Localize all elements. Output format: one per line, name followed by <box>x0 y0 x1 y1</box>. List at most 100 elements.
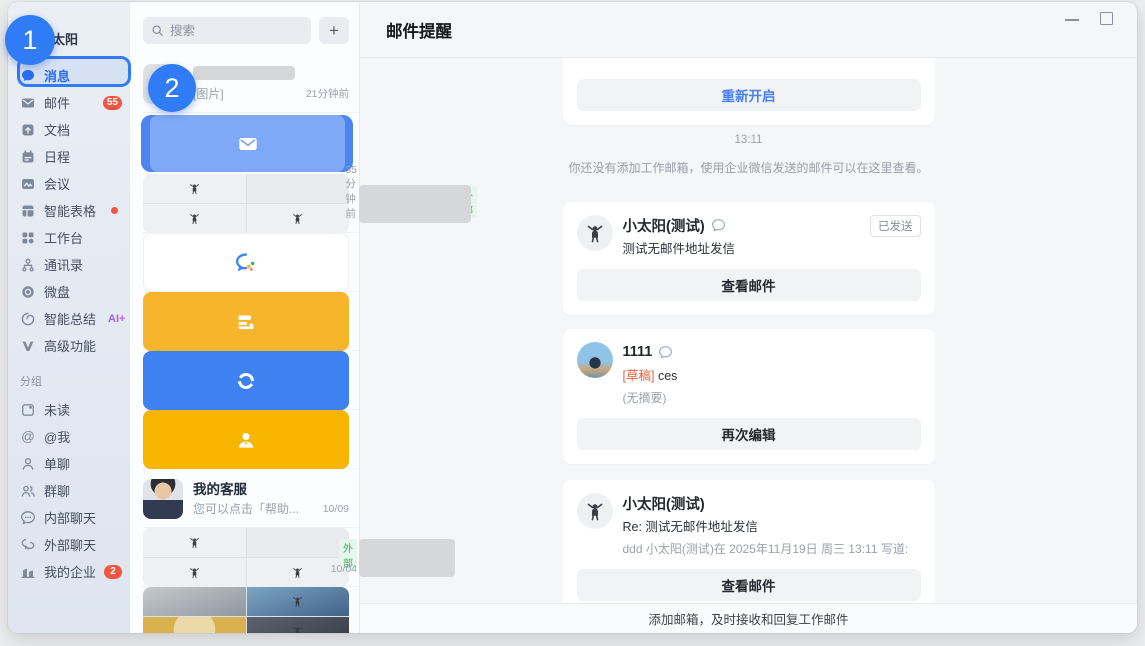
sidebar-item-workbench[interactable]: 工作台 <box>8 224 130 251</box>
hr-person-icon <box>233 427 259 453</box>
sidebar-item-internal-chat[interactable]: 内部聊天 <box>8 504 130 531</box>
mail-unread-badge: 55 <box>103 96 122 110</box>
chat-avatar-collage <box>143 174 349 233</box>
sidebar-item-at-me[interactable]: @ @我 <box>8 423 130 450</box>
external-chat-icon <box>20 537 36 553</box>
add-mailbox-footer[interactable]: 添加邮箱，及时接收和回复工作邮件 <box>360 603 1137 633</box>
desktop-background: 太阳 消息 邮件 55 文档 日程 <box>0 0 1145 646</box>
sender-name: 小太阳(测试) <box>623 493 705 514</box>
news-doc-icon <box>233 309 259 335</box>
manage-enterprise-avatar <box>143 351 349 410</box>
chat-item-my-service[interactable]: 我的客服 您可以点击「帮助...10/09 <box>130 469 359 528</box>
sidebar-nav: 消息 邮件 55 文档 日程 会议 <box>8 62 130 359</box>
reopen-button[interactable]: 重新开启 <box>577 79 921 111</box>
search-icon <box>151 24 164 37</box>
add-mailbox-footer-text: 添加邮箱，及时接收和回复工作邮件 <box>648 609 848 628</box>
chat-item-redacted-3[interactable]: 外部 10/04 <box>130 528 359 587</box>
internal-chat-icon <box>20 510 36 526</box>
sidebar-item-group-chat[interactable]: 群聊 <box>8 477 130 504</box>
sent-status-badge: 已发送 <box>870 215 921 237</box>
sidebar-item-smart-table[interactable]: 智能表格 <box>8 197 130 224</box>
mail-subject: 测试无邮件地址发信 <box>623 238 921 257</box>
mail-card-sent: 小太阳(测试) 已发送 测试无邮件地址发信 查看邮件 <box>563 202 935 315</box>
group-section-label: 分组 <box>8 359 130 396</box>
annotation-step-2-badge: 2 <box>148 64 196 112</box>
sidebar-item-calendar[interactable]: 日程 <box>8 143 130 170</box>
redacted-name-block <box>359 539 455 577</box>
add-chat-button[interactable]: + <box>319 17 349 44</box>
mail-card-reply: 小太阳(测试) Re: 测试无邮件地址发信 ddd 小太阳(测试)在 2025年… <box>563 480 935 603</box>
sidebar-item-my-enterprise[interactable]: 我的企业 2 <box>8 558 130 585</box>
contacts-icon <box>20 257 36 273</box>
chat-time: 10/09 <box>323 503 349 515</box>
view-mail-button[interactable]: 查看邮件 <box>577 269 921 301</box>
conversation-title: 邮件提醒 <box>386 18 452 42</box>
sidebar-item-advanced[interactable]: 高级功能 <box>8 332 130 359</box>
ai-plus-label: AI+ <box>108 313 125 325</box>
redacted-name-block <box>193 66 295 80</box>
chat-item-mail-reminder[interactable]: 邮件提醒 回复：gggg28分钟前 <box>141 115 353 172</box>
sidebar-item-meeting[interactable]: 会议 <box>8 170 130 197</box>
chat-item-industry-news[interactable]: 行业资讯 Netskao：749 元...08:48 <box>130 292 359 351</box>
test-group-avatar <box>143 587 349 633</box>
smart-table-icon <box>20 203 36 219</box>
wecom-logo-icon <box>233 250 259 276</box>
view-mail-button[interactable]: 查看邮件 <box>577 569 921 601</box>
wecom-team-avatar <box>143 233 349 292</box>
system-notice: 你还没有添加工作邮箱，使用企业微信发送的邮件可以在这里查看。 <box>563 159 935 176</box>
chat-item-test-group[interactable]: 测试 [图片]09/22 <box>130 587 359 633</box>
mail-icon <box>20 95 36 111</box>
chat-time: 21分钟前 <box>306 86 349 101</box>
chat-item-manage-enterprise[interactable]: 管理企业 当前企业未认证，...星期一 <box>130 351 359 410</box>
manage-icon <box>233 368 259 394</box>
mail-reminder-avatar <box>150 115 345 172</box>
divider <box>143 112 359 113</box>
sender-name: 小太阳(测试) <box>623 215 705 236</box>
sidebar-item-single-chat[interactable]: 单聊 <box>8 450 130 477</box>
sidebar: 太阳 消息 邮件 55 文档 日程 <box>8 2 130 633</box>
search-input[interactable] <box>170 24 303 38</box>
chat-item-hr-assistant[interactable]: 人事助手 10月员工统计小结11/03 <box>130 410 359 469</box>
sidebar-item-unread[interactable]: 未读 <box>8 396 130 423</box>
minimize-button[interactable] <box>1065 19 1079 21</box>
chat-session-icon[interactable] <box>658 345 673 360</box>
message-scroll-area[interactable]: 重新开启 13:11 你还没有添加工作邮箱，使用企业微信发送的邮件可以在这里查看… <box>360 58 1137 603</box>
my-enterprise-icon <box>20 564 36 580</box>
draft-subject: ces <box>658 369 677 383</box>
reopen-card: 重新开启 <box>563 58 935 125</box>
chat-session-icon[interactable] <box>711 218 726 233</box>
chat-item-wecom-team[interactable]: 企业微信团队 企业微信管理后台...09:29 <box>130 233 359 292</box>
chat-time: 10/04 <box>331 563 357 575</box>
sidebar-item-docs[interactable]: 文档 <box>8 116 130 143</box>
chat-avatar-collage <box>143 528 349 587</box>
calendar-icon <box>20 149 36 165</box>
summary-icon <box>20 311 36 327</box>
timestamp: 13:11 <box>563 134 935 146</box>
chat-item-redacted-2[interactable]: 外部 35分钟前 <box>130 174 359 233</box>
chat-time: 35分钟前 <box>345 164 357 221</box>
enterprise-badge: 2 <box>104 565 122 579</box>
advanced-icon <box>20 338 36 354</box>
meeting-icon <box>20 176 36 192</box>
draft-subject-line: [草稿] ces <box>623 365 921 384</box>
edit-again-button[interactable]: 再次编辑 <box>577 418 921 450</box>
draft-tag: [草稿] <box>623 369 655 383</box>
mail-quote-preview: ddd 小太阳(测试)在 2025年11月19日 周三 13:11 写道: <box>623 540 921 557</box>
sidebar-item-mail[interactable]: 邮件 55 <box>8 89 130 116</box>
smart-table-notification-dot <box>111 207 118 214</box>
conversation-header: 邮件提醒 <box>360 2 1137 58</box>
sidebar-item-drive[interactable]: 微盘 <box>8 278 130 305</box>
mail-subject: Re: 测试无邮件地址发信 <box>623 516 921 535</box>
search-box[interactable] <box>143 17 311 44</box>
sidebar-groups: 未读 @ @我 单聊 群聊 内部聊天 <box>8 396 130 585</box>
sidebar-item-external-chat[interactable]: 外部聊天 <box>8 531 130 558</box>
single-chat-icon <box>20 456 36 472</box>
my-service-avatar <box>143 479 183 519</box>
maximize-button[interactable] <box>1100 12 1113 25</box>
sender-avatar <box>577 215 613 251</box>
draft-summary: (无摘要) <box>623 389 921 406</box>
sidebar-item-summary[interactable]: 智能总结 AI+ <box>8 305 130 332</box>
sender-avatar <box>577 493 613 529</box>
sidebar-item-contacts[interactable]: 通讯录 <box>8 251 130 278</box>
conversation-panel: 邮件提醒 重新开启 13:11 你还没有添加工作邮箱，使用企业微信发送的邮件可以… <box>360 2 1137 633</box>
